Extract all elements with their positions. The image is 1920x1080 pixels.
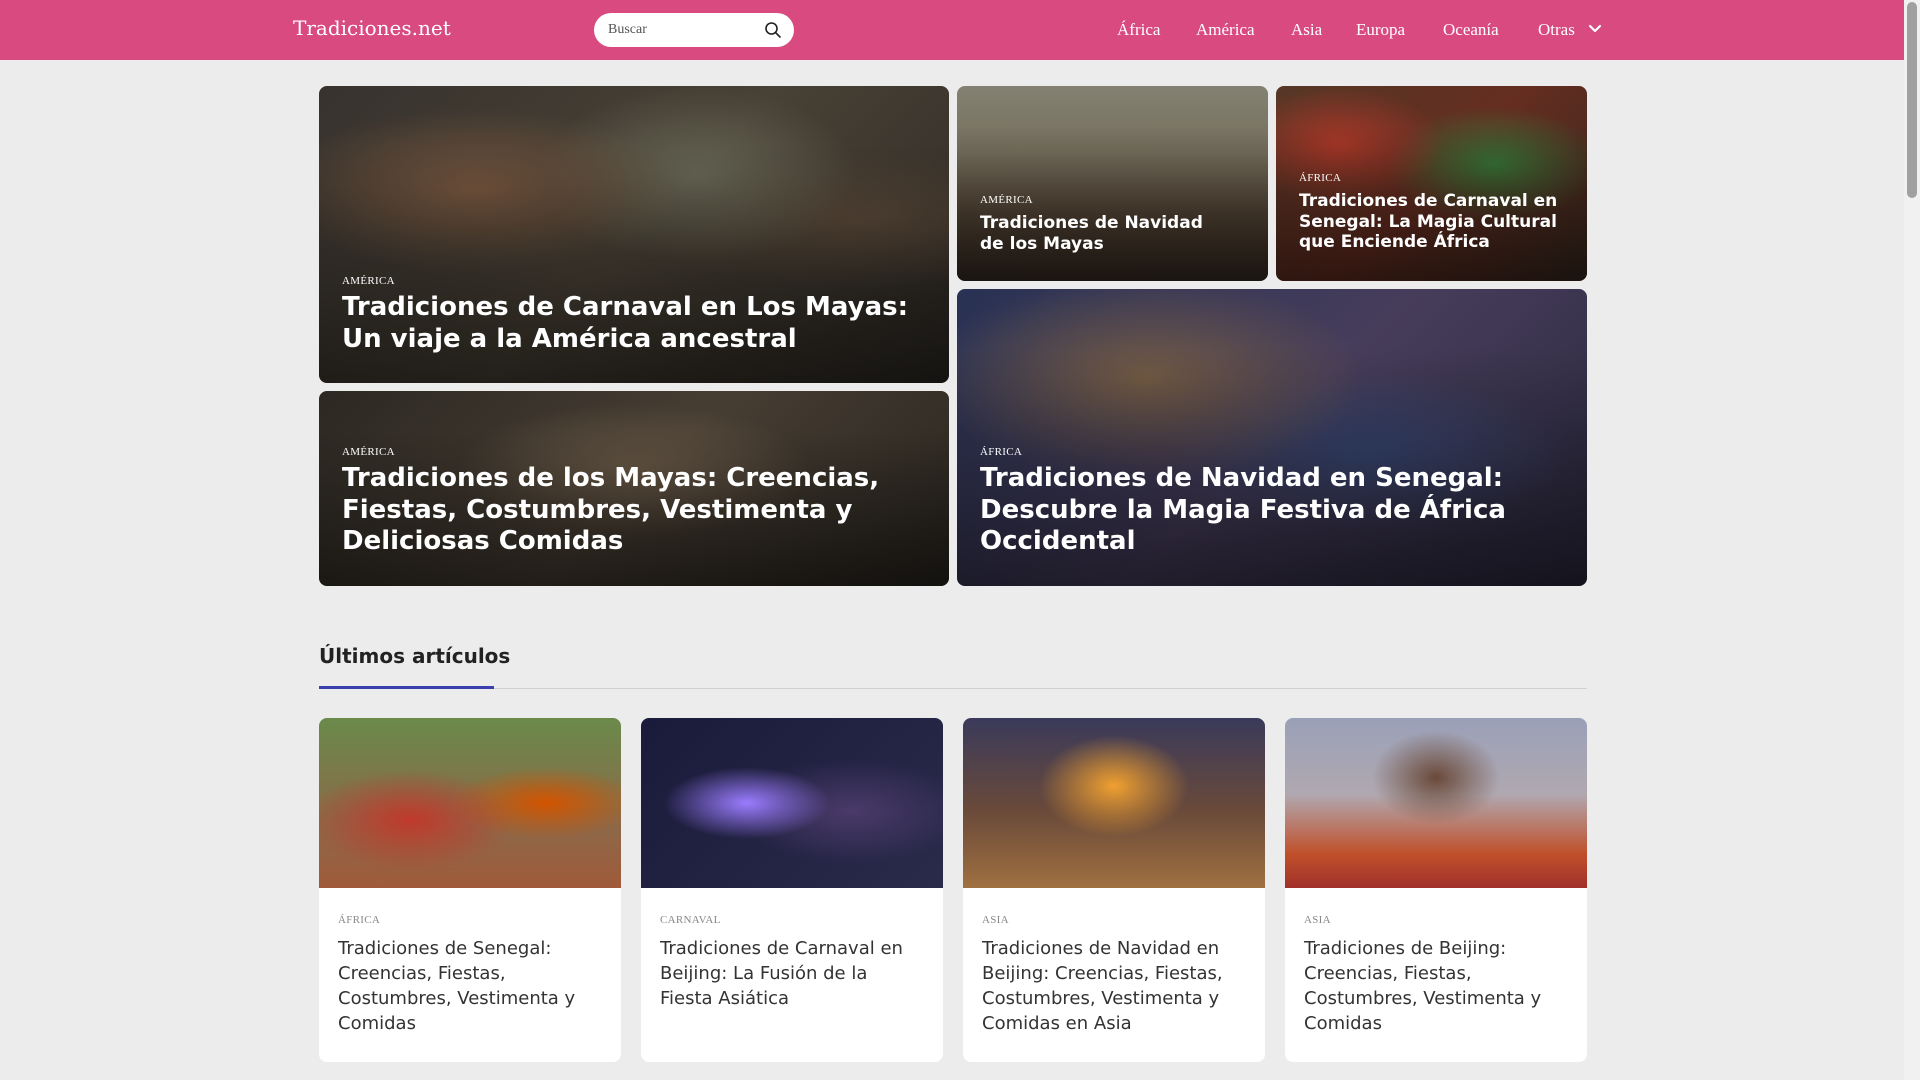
article-title[interactable]: Tradiciones de Carnaval en Beijing: La F… — [660, 936, 925, 1011]
chevron-down-icon[interactable] — [1588, 24, 1602, 34]
article-title[interactable]: Tradiciones de Senegal: Creencias, Fiest… — [338, 936, 603, 1036]
article-card[interactable]: ASIA Tradiciones de Beijing: Creencias, … — [1285, 718, 1587, 1062]
site-header: Tradiciones.net África América Asia Euro… — [0, 0, 1904, 60]
article-card[interactable]: ASIA Tradiciones de Navidad en Beijing: … — [963, 718, 1265, 1062]
nav-item-oceania[interactable]: Oceanía — [1443, 20, 1499, 40]
article-title[interactable]: Tradiciones de Navidad en Beijing: Creen… — [982, 936, 1247, 1036]
hero-title[interactable]: Tradiciones de Carnaval en Los Mayas: Un… — [342, 292, 922, 355]
hero-card[interactable]: ÁFRICA Tradiciones de Carnaval en Senega… — [1276, 86, 1587, 281]
hero-card[interactable]: AMÉRICA Tradiciones de Navidad de los Ma… — [957, 86, 1268, 281]
nav-item-africa[interactable]: África — [1117, 20, 1160, 40]
section-title: Últimos artículos — [319, 644, 511, 668]
article-card[interactable]: ÁFRICA Tradiciones de Senegal: Creencias… — [319, 718, 621, 1062]
nav-item-asia[interactable]: Asia — [1291, 20, 1322, 40]
site-logo[interactable]: Tradiciones.net — [293, 16, 451, 40]
hero-card-main[interactable]: AMÉRICA Tradiciones de Carnaval en Los M… — [319, 86, 949, 383]
hero-category: AMÉRICA — [980, 194, 1033, 206]
section-divider — [319, 688, 1587, 689]
hero-category: AMÉRICA — [342, 446, 395, 458]
search-icon[interactable] — [764, 21, 782, 39]
search-input[interactable] — [608, 13, 758, 47]
article-category: ÁFRICA — [338, 914, 381, 926]
hero-card[interactable]: ÁFRICA Tradiciones de Navidad en Senegal… — [957, 289, 1587, 586]
nav-item-america[interactable]: América — [1196, 20, 1255, 40]
article-card[interactable]: CARNAVAL Tradiciones de Carnaval en Beij… — [641, 718, 943, 1062]
article-category: CARNAVAL — [660, 914, 721, 926]
article-category: ASIA — [982, 914, 1009, 926]
article-image[interactable] — [963, 718, 1265, 888]
hero-title[interactable]: Tradiciones de Carnaval en Senegal: La M… — [1299, 191, 1569, 253]
section-title-underline — [319, 686, 494, 689]
article-title[interactable]: Tradiciones de Beijing: Creencias, Fiest… — [1304, 936, 1569, 1036]
article-image[interactable] — [1285, 718, 1587, 888]
nav-item-europa[interactable]: Europa — [1356, 20, 1405, 40]
search-box — [594, 13, 794, 47]
hero-card[interactable]: AMÉRICA Tradiciones de los Mayas: Creenc… — [319, 391, 949, 586]
hero-category: ÁFRICA — [1299, 172, 1342, 184]
nav-item-otras[interactable]: Otras — [1538, 20, 1575, 40]
article-image[interactable] — [641, 718, 943, 888]
scrollbar-thumb[interactable] — [1907, 2, 1917, 198]
hero-category: AMÉRICA — [342, 275, 395, 287]
hero-title[interactable]: Tradiciones de los Mayas: Creencias, Fie… — [342, 463, 902, 558]
hero-category: ÁFRICA — [980, 446, 1023, 458]
article-image[interactable] — [319, 718, 621, 888]
article-category: ASIA — [1304, 914, 1331, 926]
hero-title[interactable]: Tradiciones de Navidad en Senegal: Descu… — [980, 463, 1540, 558]
hero-title[interactable]: Tradiciones de Navidad de los Mayas — [980, 213, 1230, 254]
